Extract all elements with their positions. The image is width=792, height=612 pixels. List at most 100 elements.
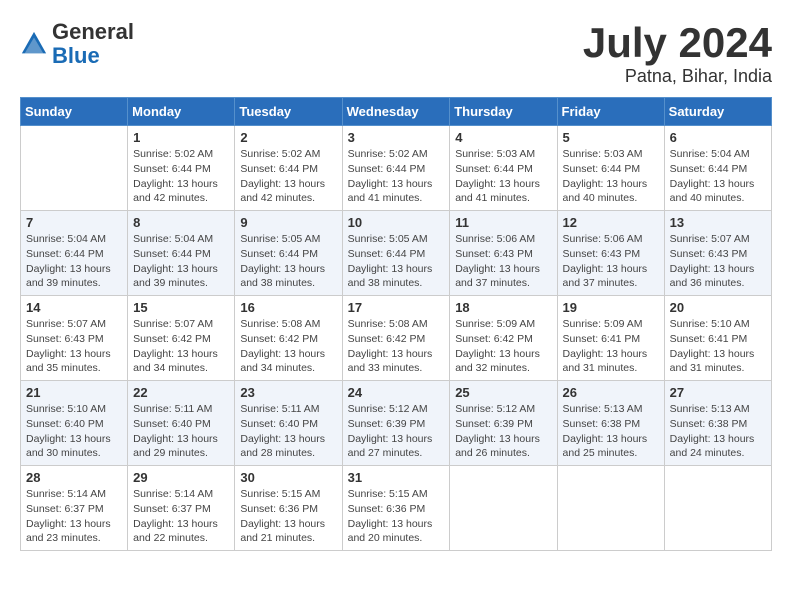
calendar-cell: 28 Sunrise: 5:14 AMSunset: 6:37 PMDayligh… (21, 466, 128, 551)
weekday-header-tuesday: Tuesday (235, 98, 342, 126)
calendar-cell: 7 Sunrise: 5:04 AMSunset: 6:44 PMDaylight… (21, 211, 128, 296)
calendar-cell: 9 Sunrise: 5:05 AMSunset: 6:44 PMDaylight… (235, 211, 342, 296)
day-number: 3 (348, 130, 445, 145)
weekday-header-saturday: Saturday (664, 98, 771, 126)
day-number: 13 (670, 215, 766, 230)
calendar-cell: 21Sunrise: 5:10 AMSunset: 6:40 PMDayligh… (21, 381, 128, 466)
calendar-cell: 2 Sunrise: 5:02 AMSunset: 6:44 PMDaylight… (235, 126, 342, 211)
day-info: Sunrise: 5:06 AMSunset: 6:43 PMDaylight:… (455, 232, 551, 291)
day-info: Sunrise: 5:15 AMSunset: 6:36 PMDaylight:… (240, 487, 336, 546)
day-info: Sunrise: 5:03 AMSunset: 6:44 PMDaylight:… (563, 147, 659, 206)
day-number: 8 (133, 215, 229, 230)
calendar-cell: 24 Sunrise: 5:12 AMSunset: 6:39 PMDayligh… (342, 381, 450, 466)
logo-blue: Blue (52, 43, 100, 68)
day-info: Sunrise: 5:02 AMSunset: 6:44 PMDaylight:… (348, 147, 445, 206)
calendar-cell: 1Sunrise: 5:02 AMSunset: 6:44 PMDaylight… (128, 126, 235, 211)
day-number: 30 (240, 470, 336, 485)
calendar-cell: 27Sunrise: 5:13 AMSunset: 6:38 PMDayligh… (664, 381, 771, 466)
day-info: Sunrise: 5:14 AMSunset: 6:37 PMDaylight:… (26, 487, 122, 546)
day-info: Sunrise: 5:15 AMSunset: 6:36 PMDaylight:… (348, 487, 445, 546)
week-row-5: 28 Sunrise: 5:14 AMSunset: 6:37 PMDayligh… (21, 466, 772, 551)
calendar-cell: 18 Sunrise: 5:09 AMSunset: 6:42 PMDayligh… (450, 296, 557, 381)
calendar-cell: 14 Sunrise: 5:07 AMSunset: 6:43 PMDayligh… (21, 296, 128, 381)
day-info: Sunrise: 5:06 AMSunset: 6:43 PMDaylight:… (563, 232, 659, 291)
day-number: 16 (240, 300, 336, 315)
day-number: 6 (670, 130, 766, 145)
calendar-cell: 29 Sunrise: 5:14 AMSunset: 6:37 PMDayligh… (128, 466, 235, 551)
calendar-cell (21, 126, 128, 211)
month-year: July 2024 (583, 20, 772, 66)
day-number: 12 (563, 215, 659, 230)
calendar-cell: 30 Sunrise: 5:15 AMSunset: 6:36 PMDayligh… (235, 466, 342, 551)
day-info: Sunrise: 5:05 AMSunset: 6:44 PMDaylight:… (240, 232, 336, 291)
weekday-header-row: SundayMondayTuesdayWednesdayThursdayFrid… (21, 98, 772, 126)
week-row-3: 14 Sunrise: 5:07 AMSunset: 6:43 PMDayligh… (21, 296, 772, 381)
calendar-cell: 6 Sunrise: 5:04 AMSunset: 6:44 PMDaylight… (664, 126, 771, 211)
weekday-header-wednesday: Wednesday (342, 98, 450, 126)
day-number: 26 (563, 385, 659, 400)
calendar-cell: 11 Sunrise: 5:06 AMSunset: 6:43 PMDayligh… (450, 211, 557, 296)
day-number: 22 (133, 385, 229, 400)
title-block: July 2024 Patna, Bihar, India (583, 20, 772, 87)
day-number: 10 (348, 215, 445, 230)
day-number: 18 (455, 300, 551, 315)
day-info: Sunrise: 5:09 AMSunset: 6:42 PMDaylight:… (455, 317, 551, 376)
calendar-cell: 4 Sunrise: 5:03 AMSunset: 6:44 PMDaylight… (450, 126, 557, 211)
day-info: Sunrise: 5:12 AMSunset: 6:39 PMDaylight:… (455, 402, 551, 461)
calendar-cell: 23Sunrise: 5:11 AMSunset: 6:40 PMDayligh… (235, 381, 342, 466)
calendar-cell: 22 Sunrise: 5:11 AMSunset: 6:40 PMDayligh… (128, 381, 235, 466)
day-info: Sunrise: 5:03 AMSunset: 6:44 PMDaylight:… (455, 147, 551, 206)
calendar-cell (450, 466, 557, 551)
day-info: Sunrise: 5:12 AMSunset: 6:39 PMDaylight:… (348, 402, 445, 461)
day-number: 25 (455, 385, 551, 400)
day-number: 20 (670, 300, 766, 315)
page-header: General Blue July 2024 Patna, Bihar, Ind… (20, 20, 772, 87)
calendar-cell: 25 Sunrise: 5:12 AMSunset: 6:39 PMDayligh… (450, 381, 557, 466)
calendar-cell: 16 Sunrise: 5:08 AMSunset: 6:42 PMDayligh… (235, 296, 342, 381)
calendar-cell: 3 Sunrise: 5:02 AMSunset: 6:44 PMDaylight… (342, 126, 450, 211)
day-info: Sunrise: 5:10 AMSunset: 6:41 PMDaylight:… (670, 317, 766, 376)
calendar-cell (557, 466, 664, 551)
day-info: Sunrise: 5:02 AMSunset: 6:44 PMDaylight:… (240, 147, 336, 206)
day-info: Sunrise: 5:13 AMSunset: 6:38 PMDaylight:… (563, 402, 659, 461)
day-number: 14 (26, 300, 122, 315)
calendar-cell: 10 Sunrise: 5:05 AMSunset: 6:44 PMDayligh… (342, 211, 450, 296)
logo-icon (20, 30, 48, 58)
day-number: 19 (563, 300, 659, 315)
day-info: Sunrise: 5:04 AMSunset: 6:44 PMDaylight:… (26, 232, 122, 291)
day-number: 24 (348, 385, 445, 400)
calendar-cell (664, 466, 771, 551)
day-info: Sunrise: 5:11 AMSunset: 6:40 PMDaylight:… (133, 402, 229, 461)
weekday-header-friday: Friday (557, 98, 664, 126)
day-info: Sunrise: 5:05 AMSunset: 6:44 PMDaylight:… (348, 232, 445, 291)
logo-general: General (52, 19, 134, 44)
day-number: 17 (348, 300, 445, 315)
day-number: 4 (455, 130, 551, 145)
day-number: 28 (26, 470, 122, 485)
day-info: Sunrise: 5:04 AMSunset: 6:44 PMDaylight:… (670, 147, 766, 206)
day-info: Sunrise: 5:10 AMSunset: 6:40 PMDaylight:… (26, 402, 122, 461)
week-row-2: 7 Sunrise: 5:04 AMSunset: 6:44 PMDaylight… (21, 211, 772, 296)
day-info: Sunrise: 5:08 AMSunset: 6:42 PMDaylight:… (240, 317, 336, 376)
calendar-cell: 13 Sunrise: 5:07 AMSunset: 6:43 PMDayligh… (664, 211, 771, 296)
day-info: Sunrise: 5:07 AMSunset: 6:43 PMDaylight:… (26, 317, 122, 376)
week-row-4: 21Sunrise: 5:10 AMSunset: 6:40 PMDayligh… (21, 381, 772, 466)
logo: General Blue (20, 20, 134, 68)
calendar-cell: 8Sunrise: 5:04 AMSunset: 6:44 PMDaylight… (128, 211, 235, 296)
day-number: 9 (240, 215, 336, 230)
day-number: 15 (133, 300, 229, 315)
weekday-header-monday: Monday (128, 98, 235, 126)
day-number: 31 (348, 470, 445, 485)
day-number: 29 (133, 470, 229, 485)
day-number: 11 (455, 215, 551, 230)
day-number: 7 (26, 215, 122, 230)
calendar-table: SundayMondayTuesdayWednesdayThursdayFrid… (20, 97, 772, 551)
calendar-cell: 26 Sunrise: 5:13 AMSunset: 6:38 PMDayligh… (557, 381, 664, 466)
calendar-cell: 31 Sunrise: 5:15 AMSunset: 6:36 PMDayligh… (342, 466, 450, 551)
day-info: Sunrise: 5:14 AMSunset: 6:37 PMDaylight:… (133, 487, 229, 546)
day-info: Sunrise: 5:07 AMSunset: 6:43 PMDaylight:… (670, 232, 766, 291)
day-number: 2 (240, 130, 336, 145)
calendar-cell: 5Sunrise: 5:03 AMSunset: 6:44 PMDaylight… (557, 126, 664, 211)
calendar-cell: 17Sunrise: 5:08 AMSunset: 6:42 PMDayligh… (342, 296, 450, 381)
calendar-cell: 12 Sunrise: 5:06 AMSunset: 6:43 PMDayligh… (557, 211, 664, 296)
